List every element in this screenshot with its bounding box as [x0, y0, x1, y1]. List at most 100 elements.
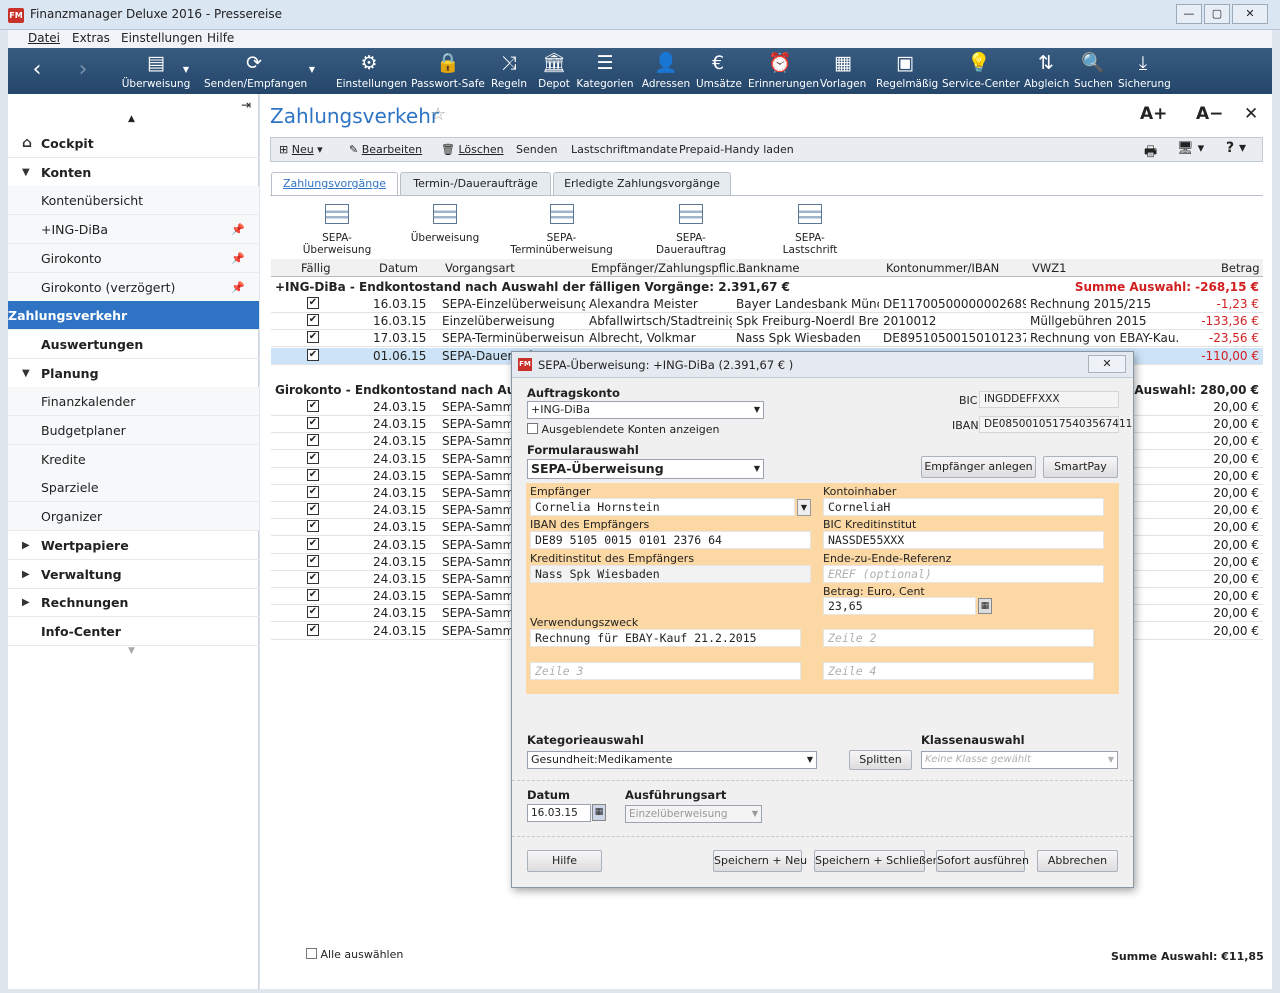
- date-input[interactable]: 16.03.15: [527, 804, 591, 822]
- form-select[interactable]: SEPA-Überweisung ▼: [527, 459, 764, 479]
- delete-button[interactable]: 🗑 Löschen: [441, 143, 504, 156]
- sidebar-item-wertpapiere[interactable]: ▶ Wertpapiere: [8, 531, 259, 560]
- purpose-line-3[interactable]: Zeile 3: [530, 662, 801, 680]
- toolbar-einstellungen-button[interactable]: ⚙ Einstellungen: [336, 48, 407, 94]
- menu-einstellungen[interactable]: Einstellungen: [121, 31, 202, 45]
- help-icon[interactable]: ? ▾: [1226, 140, 1246, 156]
- toolbar-passwort-safe-button[interactable]: 🔒 Passwort-Safe: [410, 48, 486, 94]
- payee-lookup-icon[interactable]: ▼: [797, 499, 811, 516]
- due-checkbox[interactable]: ✔: [307, 520, 319, 533]
- menu-extras[interactable]: Extras: [72, 31, 110, 45]
- sidebar-item-sparziele[interactable]: Sparziele: [8, 473, 259, 503]
- class-select[interactable]: Keine Klasse gewählt ▼: [921, 751, 1118, 769]
- form-sepa-lastschrift[interactable]: SEPA-Lastschrift: [770, 204, 850, 256]
- e2e-reference-input[interactable]: EREF (optional): [823, 565, 1104, 583]
- select-all-checkbox[interactable]: [306, 948, 317, 959]
- sidebar-item-rechnungen[interactable]: ▶ Rechnungen: [8, 588, 259, 618]
- pin-icon[interactable]: 📌: [231, 215, 245, 244]
- sidebar-item-girokonto[interactable]: Girokonto 📌: [8, 243, 259, 273]
- collapse-sidebar-icon[interactable]: ⇥: [241, 98, 251, 112]
- toolbar-abgleich-button[interactable]: ⇅ Abgleich: [1024, 48, 1069, 94]
- due-checkbox[interactable]: ✔: [307, 434, 319, 447]
- table-row[interactable]: ✔ 16.03.15 SEPA-Einzelüberweisung Alexandra…: [271, 296, 1263, 313]
- sidebar-item-kontenübersicht[interactable]: Kontenübersicht: [8, 186, 259, 216]
- amount-input[interactable]: 23,65: [823, 597, 976, 615]
- purpose-line-1[interactable]: Rechnung für EBAY-Kauf 21.2.2015: [530, 629, 801, 647]
- col-vwz1[interactable]: VWZ1: [1032, 261, 1066, 275]
- payee-input[interactable]: Cornelia Hornstein: [530, 498, 795, 516]
- due-checkbox[interactable]: ✔: [307, 589, 319, 602]
- sidebar-item-kredite[interactable]: Kredite: [8, 444, 259, 474]
- collapsed-arrow-icon[interactable]: ▶: [22, 531, 30, 560]
- sidebar-item-verwaltung[interactable]: ▶ Verwaltung: [8, 560, 259, 589]
- table-row[interactable]: ✔ 16.03.15 Einzelüberweisung Abfallwirtsch/…: [271, 313, 1263, 331]
- col-bankname[interactable]: Bankname: [738, 261, 800, 275]
- execution-type-select[interactable]: Einzelüberweisung ▼: [625, 805, 762, 823]
- due-checkbox[interactable]: ✔: [307, 486, 319, 498]
- form-sepa-dauerauftrag[interactable]: SEPA-Dauerauftrag: [642, 204, 740, 256]
- select-all[interactable]: Alle auswählen: [306, 948, 403, 961]
- add-payee-button[interactable]: Empfänger anlegen: [921, 456, 1036, 478]
- sidebar-item-finanzkalender[interactable]: Finanzkalender: [8, 387, 259, 417]
- tab-termin-dauerauftraege[interactable]: Termin-/Daueraufträge: [400, 172, 551, 195]
- expanded-arrow-icon[interactable]: ▼: [22, 158, 30, 187]
- pin-icon[interactable]: 📌: [231, 244, 245, 273]
- help-button[interactable]: Hilfe: [527, 850, 602, 872]
- calculator-icon[interactable]: ▦: [978, 598, 992, 614]
- sidebar-item--ing-diba[interactable]: +ING-DiBa 📌: [8, 215, 259, 245]
- sidebar-item-planung[interactable]: ▼ Planung: [8, 359, 259, 388]
- font-increase-button[interactable]: A+: [1140, 104, 1167, 124]
- toolbar-regeln-button[interactable]: ⤨ Regeln: [490, 48, 528, 94]
- minimize-icon[interactable]: —: [1176, 4, 1202, 24]
- col-kontonummer[interactable]: Kontonummer/IBAN: [886, 261, 999, 275]
- sidebar-item-girokonto-verzögert-[interactable]: Girokonto (verzögert) 📌: [8, 272, 259, 302]
- due-checkbox[interactable]: ✔: [307, 331, 319, 344]
- close-view-icon[interactable]: ✕: [1244, 104, 1258, 124]
- toolbar-depot-button[interactable]: 🏛 Depot: [536, 48, 572, 94]
- payee-bic-input[interactable]: NASSDE55XXX: [823, 531, 1104, 549]
- tab-erledigte[interactable]: Erledigte Zahlungsvorgänge: [553, 172, 731, 195]
- print-icon[interactable]: 🖶: [1144, 141, 1157, 165]
- sidebar-item-cockpit[interactable]: ⌂ Cockpit: [8, 129, 259, 158]
- close-icon[interactable]: ✕: [1232, 4, 1268, 24]
- toolbar-suchen-button[interactable]: 🔍 Suchen: [1074, 48, 1113, 94]
- tab-zahlungsvorgaenge[interactable]: Zahlungsvorgänge: [271, 172, 398, 196]
- calendar-icon[interactable]: ▦: [592, 804, 606, 821]
- sidebar-item-auswertungen[interactable]: Auswertungen: [8, 330, 259, 359]
- monitor-icon[interactable]: 🖥 ▾: [1177, 141, 1204, 156]
- account-holder-input[interactable]: CorneliaH: [823, 498, 1104, 516]
- prepaid-button[interactable]: Prepaid-Handy laden: [679, 143, 794, 156]
- dialog-close-icon[interactable]: ✕: [1088, 355, 1126, 373]
- toolbar-erinnerungen-button[interactable]: ⏰ Erinnerungen: [748, 48, 819, 94]
- due-checkbox[interactable]: ✔: [307, 417, 319, 430]
- sidebar-item-info-center[interactable]: Info-Center: [8, 617, 259, 646]
- back-button[interactable]: ‹: [22, 48, 52, 94]
- collapsed-arrow-icon[interactable]: ▶: [22, 560, 30, 589]
- menu-datei[interactable]: Datei: [28, 31, 60, 45]
- hidden-accounts-toggle[interactable]: Ausgeblendete Konten anzeigen: [527, 423, 720, 436]
- sidebar-item-konten[interactable]: ▼ Konten: [8, 158, 259, 187]
- sidebar-item-zahlungsverkehr[interactable]: Zahlungsverkehr: [8, 301, 259, 331]
- due-checkbox[interactable]: ✔: [307, 503, 319, 516]
- toolbar-adressen-button[interactable]: 👤 Adressen: [640, 48, 692, 94]
- toolbar-sicherung-button[interactable]: ⤓ Sicherung: [1118, 48, 1171, 94]
- cancel-button[interactable]: Abbrechen: [1037, 850, 1118, 872]
- sidebar-item-budgetplaner[interactable]: Budgetplaner: [8, 416, 259, 445]
- forward-button[interactable]: ›: [68, 48, 98, 94]
- toolbar-regelmäßig-button[interactable]: ▣ Regelmäßig: [876, 48, 938, 94]
- save-close-button[interactable]: Speichern + Schließen: [814, 850, 940, 872]
- col-empfaenger[interactable]: Empfänger/Zahlungspflic...: [591, 261, 746, 275]
- split-button[interactable]: Splitten: [849, 750, 912, 770]
- due-checkbox[interactable]: ✔: [307, 451, 319, 464]
- new-button[interactable]: ⊞ Neu ▾: [279, 143, 323, 156]
- payee-iban-input[interactable]: DE89 5105 0015 0101 2376 64: [530, 531, 811, 549]
- expanded-arrow-icon[interactable]: ▼: [22, 359, 30, 388]
- due-checkbox[interactable]: ✔: [307, 572, 319, 584]
- scroll-down-icon[interactable]: ▼: [128, 646, 135, 656]
- due-checkbox[interactable]: ✔: [307, 537, 319, 550]
- execute-now-button[interactable]: Sofort ausführen: [936, 850, 1029, 872]
- due-checkbox[interactable]: ✔: [307, 623, 319, 636]
- scroll-up-icon[interactable]: ▲: [128, 114, 135, 124]
- send-button[interactable]: Senden: [516, 143, 557, 156]
- toolbar-senden-empfangen-button[interactable]: ⟳ Senden/Empfangen: [204, 48, 307, 94]
